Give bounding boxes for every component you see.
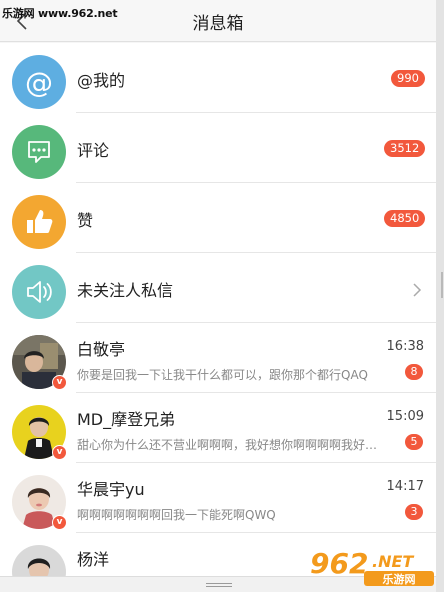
chat-time: 14:17 xyxy=(386,479,424,494)
likes-label: 赞 xyxy=(77,211,94,230)
thumbs-up-icon xyxy=(12,195,66,249)
likes-count-badge: 4850 xyxy=(384,210,426,227)
logo-number: 962 xyxy=(310,547,368,580)
speaker-icon xyxy=(12,265,66,319)
comment-bubble-icon xyxy=(12,125,66,179)
chat-name: MD_摩登兄弟 xyxy=(77,410,176,429)
drag-handle[interactable] xyxy=(206,583,232,587)
logo-subtext: 乐游网 xyxy=(383,572,416,586)
stranger-messages-label: 未关注人私信 xyxy=(77,281,174,300)
mentions-label: @我的 xyxy=(77,71,126,90)
chat-preview: 啊啊啊啊啊啊啊回我一下能死啊QWQ xyxy=(77,508,276,522)
chat-preview: 你要是回我一下让我干什么都可以，跟你那个都行QAQ xyxy=(77,368,368,382)
chat-time: 15:09 xyxy=(386,409,424,424)
chat-name: 白敬亭 xyxy=(77,340,126,359)
likes-row[interactable]: 赞 4850 xyxy=(0,183,436,253)
page-title: 消息箱 xyxy=(192,14,244,34)
message-box-screen: 乐游网 www.962.net 消息箱 @ @我的 990 评论 3512 赞 … xyxy=(0,0,436,592)
site-logo: 962 .NET 乐游网 xyxy=(306,546,436,589)
comments-label: 评论 xyxy=(77,141,110,160)
comments-count-badge: 3512 xyxy=(384,140,426,157)
unread-badge: 8 xyxy=(405,364,423,380)
chat-time: 16:38 xyxy=(386,339,424,354)
mentions-count-badge: 990 xyxy=(391,70,425,87)
chat-item[interactable]: v MD_摩登兄弟 15:09 甜心你为什么还不营业啊啊啊，我好想你啊啊啊啊我好… xyxy=(0,393,436,463)
verified-badge: v xyxy=(52,375,67,390)
stranger-messages-row[interactable]: 未关注人私信 xyxy=(0,253,436,323)
chat-item[interactable]: v 华晨宇yu 14:17 啊啊啊啊啊啊啊回我一下能死啊QWQ 3 xyxy=(0,463,436,533)
comments-row[interactable]: 评论 3512 xyxy=(0,113,436,183)
chat-name: 杨洋 xyxy=(77,550,110,569)
unread-badge: 5 xyxy=(405,434,423,450)
chat-name: 华晨宇yu xyxy=(77,480,145,499)
chat-item[interactable]: v 白敬亭 16:38 你要是回我一下让我干什么都可以，跟你那个都行QAQ 8 xyxy=(0,323,436,393)
svg-text:@: @ xyxy=(25,66,53,99)
unread-badge: 3 xyxy=(405,504,423,520)
message-list: @ @我的 990 评论 3512 赞 4850 未关注人私信 v 白敬亭 16… xyxy=(0,43,436,592)
chevron-right-icon xyxy=(413,283,422,297)
mentions-row[interactable]: @ @我的 990 xyxy=(0,43,436,113)
verified-badge: v xyxy=(52,445,67,460)
side-drag-handle[interactable] xyxy=(441,272,443,298)
at-icon: @ xyxy=(12,55,66,109)
verified-badge: v xyxy=(52,515,67,530)
top-bar: 乐游网 www.962.net 消息箱 xyxy=(0,0,436,42)
logo-suffix: .NET xyxy=(372,552,414,571)
chat-preview: 甜心你为什么还不营业啊啊啊，我好想你啊啊啊啊我好想你啊啊 xyxy=(77,438,387,452)
